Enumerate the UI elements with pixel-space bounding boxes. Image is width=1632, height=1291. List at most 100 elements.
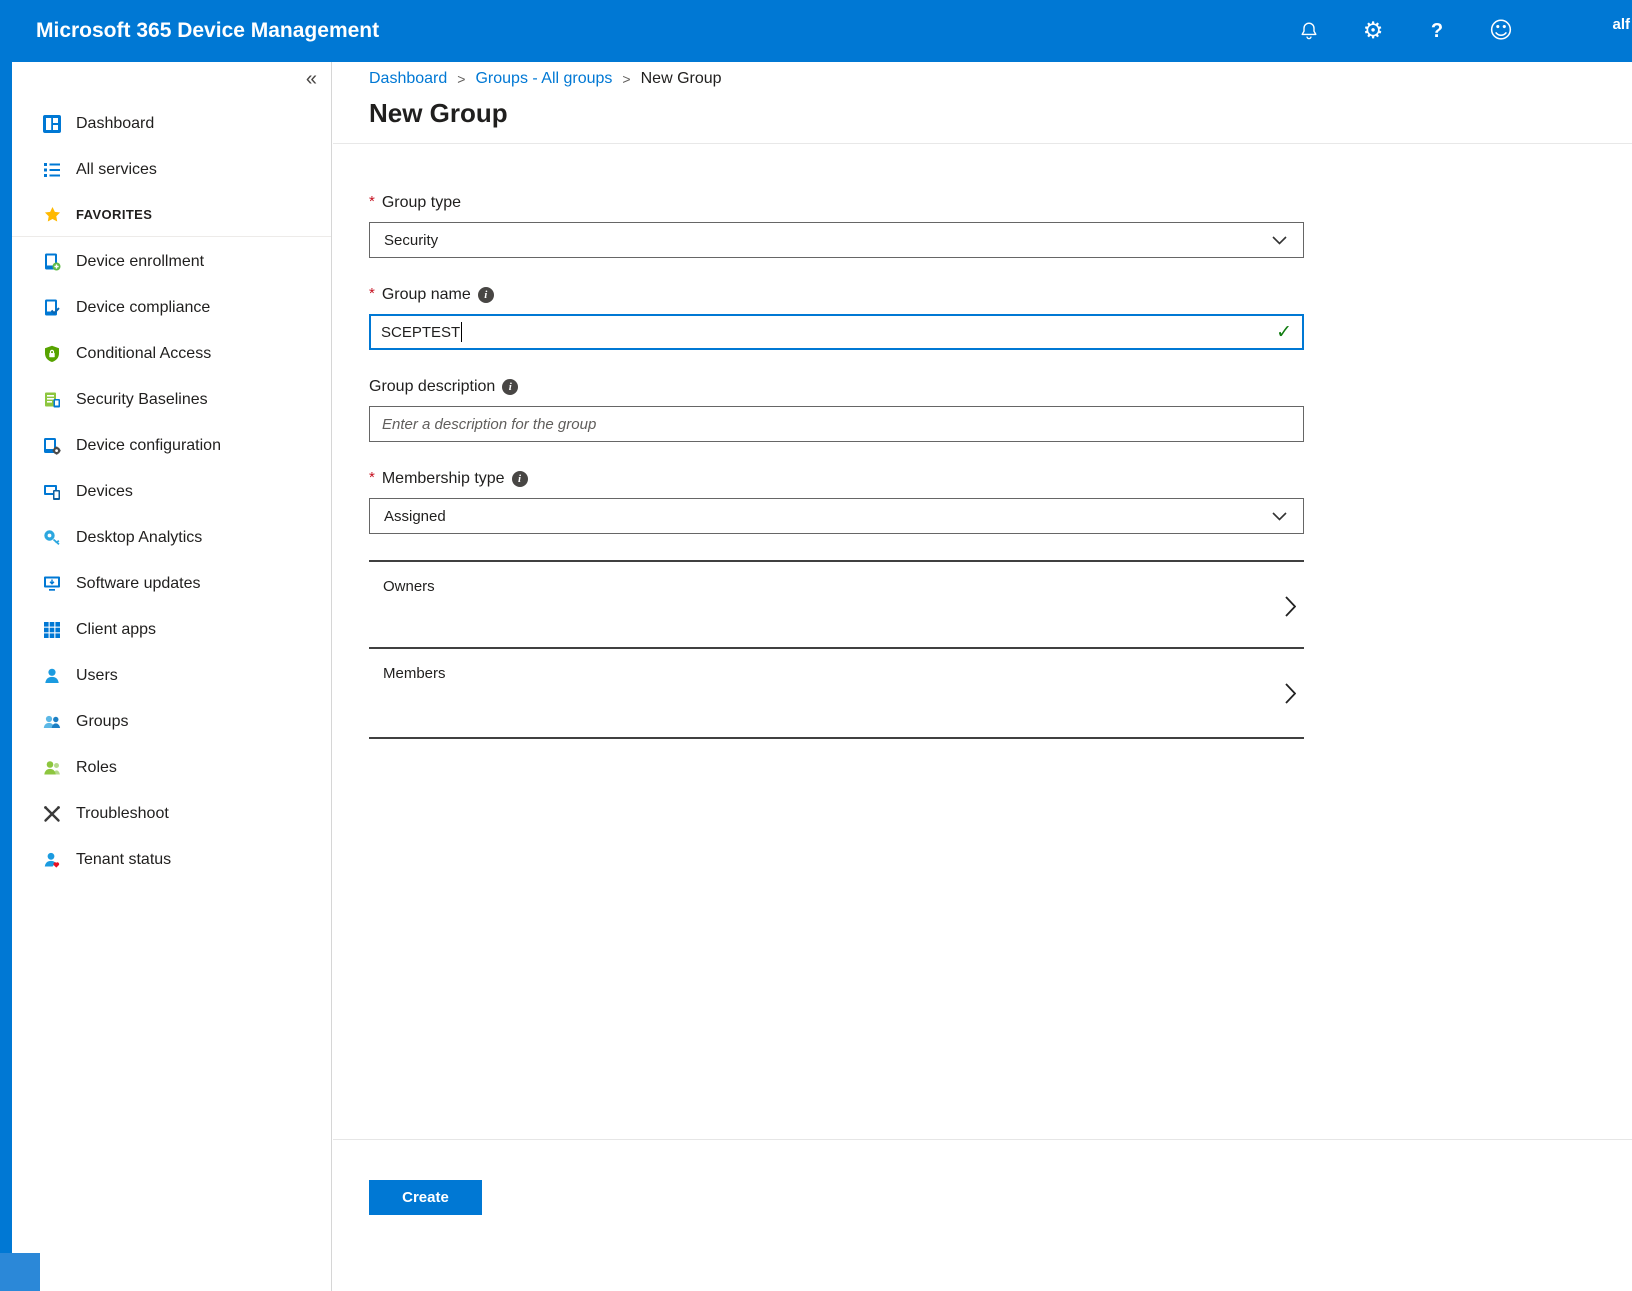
breadcrumb-dashboard[interactable]: Dashboard [369,70,447,88]
breadcrumb-separator: > [457,71,465,87]
sidebar-item-roles[interactable]: Roles [12,745,331,791]
sidebar-item-label: Conditional Access [76,345,211,363]
sidebar-item-software-updates[interactable]: Software updates [12,561,331,607]
conditional-access-icon [42,344,62,364]
group-description-label-text: Group description [369,378,495,396]
chevron-right-icon [1285,683,1296,708]
create-button[interactable]: Create [369,1180,482,1215]
group-type-select[interactable]: Security [369,222,1304,258]
members-row[interactable]: Members [369,649,1304,739]
left-rail [0,62,12,1291]
user-name[interactable]: alf [1612,16,1630,33]
sidebar-item-label: Device configuration [76,437,221,455]
membership-type-field: * Membership type i Assigned [369,468,1304,534]
sidebar-item-label: Security Baselines [76,391,208,409]
favorites-header: FAVORITES [12,193,331,237]
chevron-down-icon [1269,230,1289,250]
corner-tile [0,1253,40,1291]
feedback-smiley-icon[interactable]: ☺ [1488,18,1514,44]
owners-label: Owners [383,578,435,595]
group-type-label-text: Group type [382,194,461,212]
breadcrumb: Dashboard > Groups - All groups > New Gr… [333,62,1632,88]
group-type-value: Security [384,232,438,249]
sidebar-item-desktop-analytics[interactable]: Desktop Analytics [12,515,331,561]
sidebar-item-label: Dashboard [76,115,154,133]
sidebar-item-all-services[interactable]: All services [12,147,331,193]
sidebar-item-security-baselines[interactable]: Security Baselines [12,377,331,423]
sidebar-item-label: Groups [76,713,128,731]
topbar: Microsoft 365 Device Management ⚙ ? ☺ al… [0,0,1632,62]
breadcrumb-separator: > [622,71,630,87]
sidebar-collapse-button[interactable]: « [306,68,317,91]
favorites-header-label: FAVORITES [76,207,152,222]
group-description-field: Group description i [369,376,1304,442]
new-group-form: * Group type Security * Group name i SCE… [369,192,1304,739]
membership-type-select[interactable]: Assigned [369,498,1304,534]
tenant-status-icon [42,850,62,870]
required-asterisk: * [369,193,375,210]
sidebar-item-label: Device enrollment [76,253,204,271]
notifications-button[interactable] [1296,18,1322,44]
sidebar-item-label: Devices [76,483,133,501]
dashboard-icon [42,114,62,134]
sidebar-item-label: Tenant status [76,851,171,869]
sidebar-item-label: Troubleshoot [76,805,169,823]
group-name-value: SCEPTEST [381,324,460,341]
group-name-label-text: Group name [382,286,471,304]
sidebar-item-devices[interactable]: Devices [12,469,331,515]
info-icon: i [512,471,528,487]
bell-icon [1299,21,1319,41]
group-description-label: Group description i [369,376,1304,398]
sidebar-item-tenant-status[interactable]: Tenant status [12,837,331,883]
sidebar-item-users[interactable]: Users [12,653,331,699]
info-icon: i [502,379,518,395]
group-name-label: * Group name i [369,284,1304,306]
page-title: New Group [369,98,1632,129]
software-updates-icon [42,574,62,594]
settings-gear-icon[interactable]: ⚙ [1360,18,1386,44]
client-apps-icon [42,620,62,640]
form-footer: Create [333,1139,1632,1291]
valid-check-icon: ✓ [1276,321,1292,343]
help-icon[interactable]: ? [1424,18,1450,44]
chevron-right-icon [1285,596,1296,621]
sidebar-item-label: Client apps [76,621,156,639]
star-icon [42,205,62,225]
group-name-input[interactable]: SCEPTEST ✓ [369,314,1304,350]
all-services-icon [42,160,62,180]
sidebar-item-label: Device compliance [76,299,210,317]
sidebar-item-label: Users [76,667,118,685]
device-configuration-icon [42,436,62,456]
sidebar-item-device-enrollment[interactable]: Device enrollment [12,239,331,285]
required-asterisk: * [369,285,375,302]
sidebar-item-label: Roles [76,759,117,777]
breadcrumb-groups-all-groups[interactable]: Groups - All groups [475,70,612,88]
group-description-input[interactable] [369,406,1304,442]
device-compliance-icon [42,298,62,318]
sidebar: « Dashboard All services FAVORITES Devic… [12,62,332,1291]
sidebar-item-groups[interactable]: Groups [12,699,331,745]
chevron-down-icon [1269,506,1289,526]
sidebar-nav: Dashboard All services FAVORITES Device … [12,101,331,883]
sidebar-item-label: Software updates [76,575,201,593]
collection-section: Owners Members [369,560,1304,739]
sidebar-item-conditional-access[interactable]: Conditional Access [12,331,331,377]
breadcrumb-current: New Group [641,70,722,88]
sidebar-item-device-configuration[interactable]: Device configuration [12,423,331,469]
sidebar-item-label: All services [76,161,157,179]
sidebar-item-device-compliance[interactable]: Device compliance [12,285,331,331]
sidebar-item-client-apps[interactable]: Client apps [12,607,331,653]
users-icon [42,666,62,686]
troubleshoot-icon [42,804,62,824]
sidebar-item-dashboard[interactable]: Dashboard [12,101,331,147]
main-content: Dashboard > Groups - All groups > New Gr… [333,62,1632,1291]
app-title: Microsoft 365 Device Management [36,19,379,43]
group-type-label: * Group type [369,192,1304,214]
info-icon: i [478,287,494,303]
title-divider [333,143,1632,144]
required-asterisk: * [369,469,375,486]
members-label: Members [383,665,446,682]
sidebar-item-troubleshoot[interactable]: Troubleshoot [12,791,331,837]
owners-row[interactable]: Owners [369,562,1304,649]
groups-icon [42,712,62,732]
